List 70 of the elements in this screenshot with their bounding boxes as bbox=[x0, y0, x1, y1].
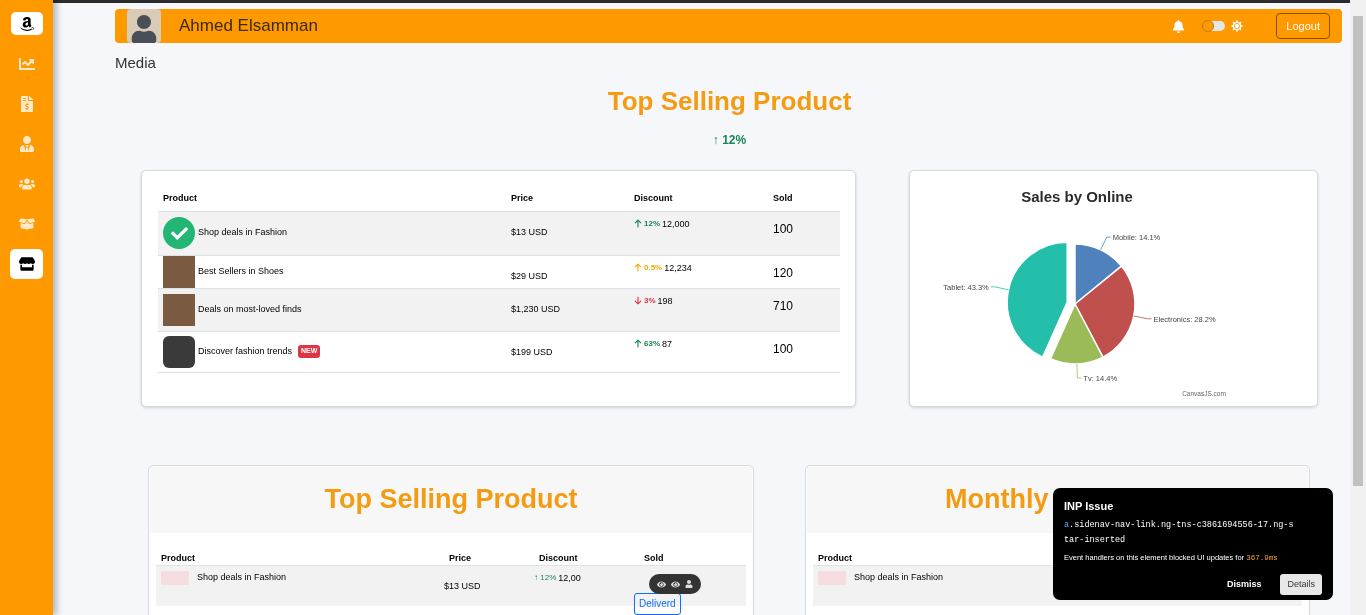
amazon-logo-icon bbox=[18, 15, 35, 32]
chart-icon bbox=[18, 56, 35, 72]
price-text: $199 USD bbox=[511, 346, 553, 357]
column-header: Discount bbox=[539, 552, 578, 563]
users-icon bbox=[18, 176, 35, 192]
chart-title: Sales by Online bbox=[1021, 187, 1133, 205]
logo-button[interactable] bbox=[10, 12, 43, 35]
popup-title: INP Issue bbox=[1064, 499, 1115, 514]
product-name: Best Sellers in Shoes bbox=[198, 264, 284, 278]
leader-line bbox=[1100, 236, 1112, 250]
leader-line bbox=[1076, 363, 1082, 378]
discount-amount: 12,00 bbox=[558, 571, 581, 585]
column-header: Price bbox=[449, 552, 472, 563]
sold-count: 100 bbox=[773, 221, 794, 236]
photo-placeholder bbox=[163, 293, 195, 326]
discount-amount: 87 bbox=[662, 337, 673, 351]
discount-percent: 12% bbox=[644, 217, 660, 230]
scrollbar[interactable] bbox=[1350, 0, 1366, 615]
price-text: $13 USD bbox=[444, 580, 481, 591]
discount-amount: 12,000 bbox=[662, 217, 690, 231]
user-icon bbox=[18, 136, 35, 152]
product-name: Discover fashion trends bbox=[198, 344, 293, 358]
store-icon bbox=[18, 256, 35, 272]
product-name: Deals on most-loved finds bbox=[198, 302, 302, 316]
theme-toggle[interactable] bbox=[1203, 21, 1226, 31]
discount-percent: 3% bbox=[644, 294, 656, 307]
discount-amount: 12,234 bbox=[664, 261, 692, 275]
column-header: Product bbox=[818, 552, 852, 563]
sold-count: 710 bbox=[773, 298, 794, 313]
discount-amount: 198 bbox=[657, 294, 673, 308]
price-text: $13 USD bbox=[511, 226, 548, 237]
discount-percent: 0.5% bbox=[644, 261, 663, 274]
leader-line bbox=[1133, 315, 1152, 319]
user-name: Ahmed Elsamman bbox=[179, 15, 318, 38]
card-title: Top Selling Product bbox=[324, 483, 578, 517]
eye-icon[interactable] bbox=[657, 579, 666, 589]
column-header: Price bbox=[511, 192, 535, 206]
dismiss-button[interactable]: Dismiss bbox=[1219, 573, 1269, 595]
invoice-icon bbox=[18, 96, 35, 112]
eye-icon[interactable] bbox=[671, 579, 680, 589]
price-text: $1,230 USD bbox=[511, 303, 561, 314]
photo-placeholder bbox=[163, 255, 195, 288]
product-name: Shop deals in Fashion bbox=[197, 570, 287, 584]
price-text: $29 USD bbox=[511, 270, 548, 281]
column-header: Sold bbox=[773, 192, 794, 206]
sold-count: 100 bbox=[773, 341, 794, 356]
product-name: Shop deals in Fashion bbox=[198, 226, 288, 240]
details-button[interactable]: Details bbox=[1280, 573, 1322, 595]
sun-icon[interactable] bbox=[1231, 20, 1244, 32]
column-header: Sold bbox=[644, 552, 664, 563]
sidebar-nav-item[interactable] bbox=[10, 249, 43, 279]
floating-toolbar-menu[interactable] bbox=[649, 574, 701, 594]
avatar-silhouette-icon bbox=[131, 15, 157, 43]
breadcrumb: Media bbox=[115, 53, 156, 73]
selector-code: a.sidenav-nav-link.ng-tns-c3861694556-17.ng-star-inserted bbox=[1064, 518, 1294, 547]
column-header: Product bbox=[162, 192, 198, 206]
product-name: Shop deals in Fashion bbox=[854, 570, 944, 584]
discount-change: ↑ 12% bbox=[534, 571, 557, 584]
sold-count: 120 bbox=[773, 265, 794, 280]
page-title: Top Selling Product bbox=[607, 84, 852, 118]
box-icon bbox=[18, 216, 35, 232]
leader-line bbox=[990, 285, 1009, 290]
growth-indicator: ↑ 12% bbox=[712, 131, 747, 149]
notification-bell-icon[interactable] bbox=[1172, 19, 1186, 33]
discount-percent: 63% bbox=[644, 337, 660, 350]
user-icon[interactable] bbox=[685, 580, 693, 588]
photo-placeholder bbox=[163, 335, 195, 368]
column-header: Product bbox=[161, 552, 195, 563]
card-title: Monthly bbox=[945, 483, 1049, 517]
column-header: Discount bbox=[634, 192, 674, 206]
